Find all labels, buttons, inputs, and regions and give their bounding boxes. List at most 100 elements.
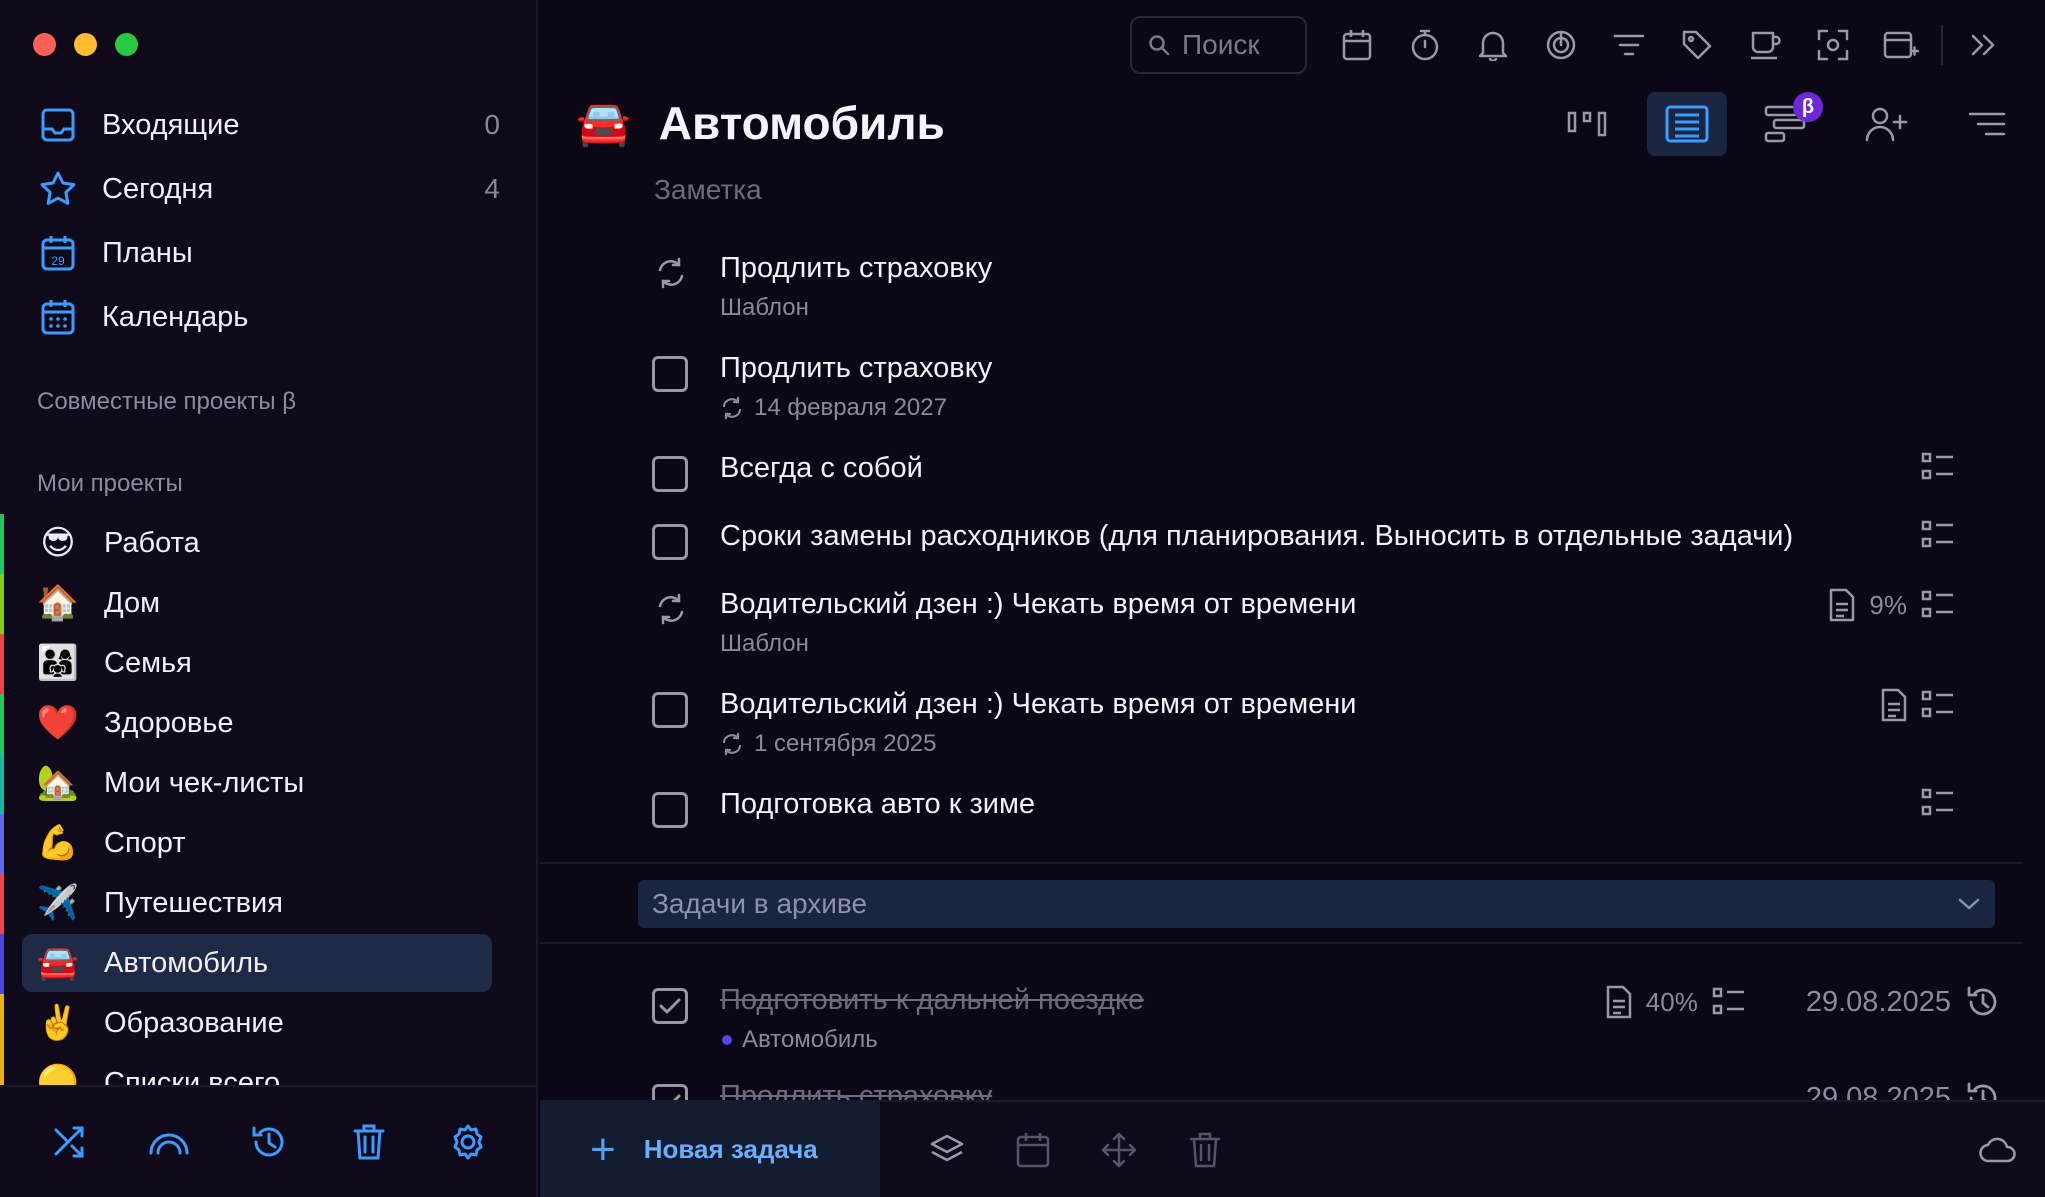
checklist-icon[interactable]	[1712, 987, 1746, 1017]
project-color-bar	[0, 574, 4, 634]
page-title[interactable]: Автомобиль	[659, 96, 945, 150]
sidebar-toolbar	[0, 1085, 536, 1197]
task-checkbox[interactable]	[652, 692, 688, 728]
project-label: Семья	[104, 646, 192, 679]
task-title: Продлить страховку	[720, 252, 993, 284]
new-task-button[interactable]: + Новая задача	[540, 1101, 880, 1197]
task-title: Продлить страховку	[720, 352, 993, 384]
repeat-template-icon	[658, 593, 684, 625]
sidebar-item-inbox[interactable]: Входящие 0	[36, 97, 500, 153]
screenshot-icon[interactable]	[1799, 16, 1867, 74]
project-emoji: ❤️	[36, 704, 80, 742]
divider	[540, 942, 2023, 944]
project-emoji: 💪	[36, 824, 80, 862]
restore-icon[interactable]	[1965, 984, 2001, 1020]
plus-icon: +	[590, 1124, 616, 1174]
chevrons-right-icon[interactable]	[1949, 16, 2017, 74]
my-projects-title[interactable]: Мои проекты	[37, 470, 183, 498]
task-title: Водительский дзен :) Чекать время от вре…	[720, 688, 1357, 720]
trash-icon[interactable]	[1162, 1120, 1248, 1180]
checklist-icon[interactable]	[1921, 590, 1955, 620]
layers-icon[interactable]	[904, 1120, 990, 1180]
bell-icon[interactable]	[1459, 16, 1527, 74]
calendar-icon[interactable]	[1323, 16, 1391, 74]
move-icon[interactable]	[1076, 1120, 1162, 1180]
cloud-sync-icon[interactable]	[1955, 1120, 2041, 1180]
sidebar-project-item[interactable]: 💪 Спорт	[0, 814, 492, 874]
sidebar-project-item[interactable]: 🏡 Мои чек-листы	[0, 754, 492, 814]
sidebar-project-item[interactable]: ✌️ Образование	[0, 994, 492, 1054]
archived-task-row[interactable]: Подготовить к дальней поездке Автомобиль…	[652, 984, 2001, 1054]
sidebar-item-today[interactable]: Сегодня 4	[36, 161, 500, 217]
project-color-bar	[0, 694, 4, 754]
rainbow-icon[interactable]	[146, 1119, 192, 1165]
task-row[interactable]: Продлить страховку 14 февраля 2027	[652, 352, 1955, 422]
task-title: Водительский дзен :) Чекать время от вре…	[720, 588, 1357, 620]
project-label: Дом	[104, 586, 161, 619]
task-title: Сроки замены расходников (для планирован…	[720, 520, 1794, 552]
sidebar-project-item[interactable]: 🚘 Автомобиль	[0, 934, 492, 994]
checklist-progress: 9%	[1869, 589, 1907, 620]
checklist-icon[interactable]	[1921, 452, 1955, 482]
note-field[interactable]: Заметка	[654, 174, 762, 206]
repeat-icon	[722, 732, 742, 756]
add-event-icon[interactable]	[1867, 16, 1935, 74]
checklist-icon[interactable]	[1921, 690, 1955, 720]
sidebar-item-plans[interactable]: 29 Планы	[36, 225, 500, 281]
task-checkbox-checked[interactable]	[652, 988, 688, 1024]
note-icon[interactable]	[1881, 688, 1907, 722]
sidebar-project-item[interactable]: 🏠 Дом	[0, 574, 492, 634]
beta-badge: β	[1793, 92, 1823, 122]
task-title: Подготовка авто к зиме	[720, 788, 1036, 820]
sidebar-project-item[interactable]: 😎 Работа	[0, 514, 492, 574]
list-view-icon[interactable]	[1647, 92, 1727, 156]
checklist-icon[interactable]	[1921, 788, 1955, 818]
cup-icon[interactable]	[1731, 16, 1799, 74]
shared-projects-title[interactable]: Совместные проекты β	[37, 388, 296, 416]
close-window-button[interactable]	[33, 33, 56, 56]
task-checkbox[interactable]	[652, 524, 688, 560]
kanban-view-icon[interactable]	[1547, 92, 1627, 156]
bottom-toolbar: + Новая задача	[540, 1100, 2045, 1197]
project-emoji[interactable]: 🚘	[576, 97, 631, 149]
note-icon[interactable]	[1829, 588, 1855, 622]
project-emoji: 🚘	[36, 944, 80, 982]
task-row[interactable]: Водительский дзен :) Чекать время от вре…	[652, 688, 1955, 758]
gantt-view-icon[interactable]: β	[1747, 92, 1827, 156]
note-icon[interactable]	[1606, 985, 1632, 1019]
add-member-icon[interactable]	[1847, 92, 1927, 156]
calendar-icon[interactable]	[990, 1120, 1076, 1180]
minimize-window-button[interactable]	[74, 33, 97, 56]
shuffle-icon[interactable]	[47, 1119, 93, 1165]
search-input[interactable]: Поиск	[1130, 16, 1307, 74]
tag-icon[interactable]	[1663, 16, 1731, 74]
sidebar-project-item[interactable]: ✈️ Путешествия	[0, 874, 492, 934]
task-checkbox[interactable]	[652, 792, 688, 828]
task-checkbox[interactable]	[652, 456, 688, 492]
sort-icon[interactable]	[1947, 92, 2027, 156]
timer-icon[interactable]	[1391, 16, 1459, 74]
new-task-label: Новая задача	[643, 1134, 818, 1164]
gear-icon[interactable]	[445, 1119, 491, 1165]
sidebar-project-item[interactable]: ❤️ Здоровье	[0, 694, 492, 754]
task-meta	[1881, 688, 1955, 722]
checklist-icon[interactable]	[1921, 520, 1955, 550]
focus-icon[interactable]	[1527, 16, 1595, 74]
task-row[interactable]: Водительский дзен :) Чекать время от вре…	[652, 588, 1955, 658]
archive-toggle[interactable]: Задачи в архиве	[638, 880, 1995, 928]
history-icon[interactable]	[246, 1119, 292, 1165]
trash-icon[interactable]	[346, 1119, 392, 1165]
task-row[interactable]: Продлить страховку Шаблон	[652, 252, 1955, 322]
repeat-template-icon	[658, 257, 684, 289]
sidebar-project-item[interactable]: 👨‍👩‍👧 Семья	[0, 634, 492, 694]
sidebar-item-calendar[interactable]: Календарь	[36, 289, 500, 345]
zoom-window-button[interactable]	[115, 33, 138, 56]
project-color-bar	[0, 814, 4, 874]
filter-icon[interactable]	[1595, 16, 1663, 74]
calendar-day-icon: 29	[36, 231, 80, 275]
task-row[interactable]: Сроки замены расходников (для планирован…	[652, 520, 1955, 564]
sidebar-item-label: Сегодня	[102, 172, 214, 205]
task-checkbox[interactable]	[652, 356, 688, 392]
task-row[interactable]: Подготовка авто к зиме	[652, 788, 1955, 832]
task-row[interactable]: Всегда с собой	[652, 452, 1955, 496]
